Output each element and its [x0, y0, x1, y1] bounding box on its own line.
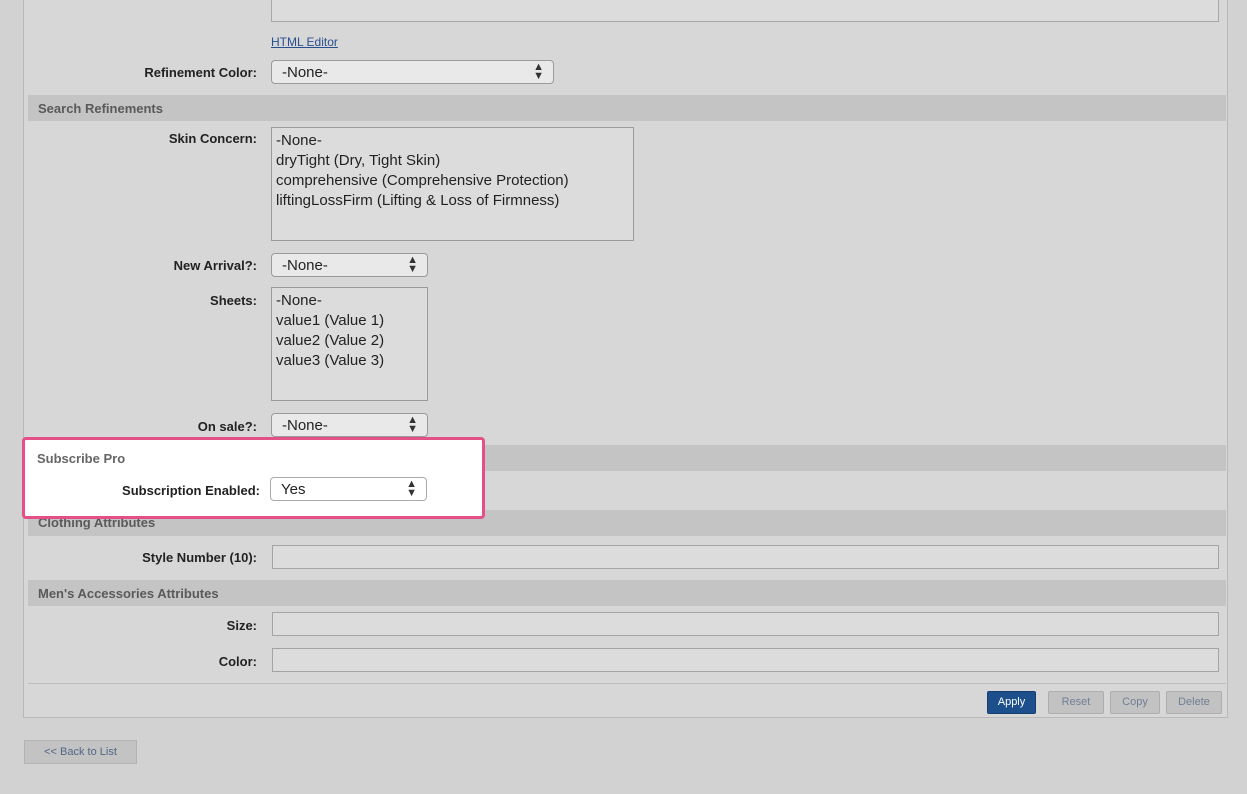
section-search-refinements: Search Refinements	[28, 95, 1226, 121]
new-arrival-select[interactable]: -None- ▲ ▼	[271, 253, 428, 277]
skin-concern-listbox[interactable]: -None- dryTight (Dry, Tight Skin) compre…	[271, 127, 634, 241]
subscription-enabled-label: Subscription Enabled:	[122, 483, 260, 498]
list-option[interactable]: value3 (Value 3)	[276, 351, 423, 371]
on-sale-value: -None-	[282, 417, 328, 434]
reset-button[interactable]: Reset	[1048, 691, 1104, 714]
sheets-listbox[interactable]: -None- value1 (Value 1) value2 (Value 2)…	[271, 287, 428, 401]
on-sale-select[interactable]: -None- ▲ ▼	[271, 413, 428, 437]
list-option[interactable]: comprehensive (Comprehensive Protection)	[276, 171, 629, 191]
section-subscribe-pro-title: Subscribe Pro	[37, 451, 126, 466]
select-arrows-icon: ▲ ▼	[407, 254, 418, 275]
subscription-enabled-value: Yes	[281, 481, 306, 498]
apply-button[interactable]: Apply	[987, 691, 1036, 714]
new-arrival-value: -None-	[282, 257, 328, 274]
on-sale-label: On sale?:	[197, 419, 257, 434]
list-option[interactable]: value1 (Value 1)	[276, 311, 423, 331]
color-label: Color:	[218, 654, 257, 669]
size-input[interactable]	[272, 612, 1219, 636]
divider	[28, 683, 1226, 684]
select-arrows-icon: ▲ ▼	[533, 61, 544, 82]
description-textarea[interactable]	[271, 0, 1219, 22]
copy-button[interactable]: Copy	[1110, 691, 1160, 714]
delete-button[interactable]: Delete	[1166, 691, 1222, 714]
refinement-color-select[interactable]: -None- ▲ ▼	[271, 60, 554, 84]
style-number-input[interactable]	[272, 545, 1219, 569]
size-label: Size:	[226, 618, 257, 633]
html-editor-link[interactable]: HTML Editor	[271, 35, 338, 49]
refinement-color-label: Refinement Color:	[144, 65, 257, 80]
list-option[interactable]: liftingLossFirm (Lifting & Loss of Firmn…	[276, 191, 629, 211]
style-number-label: Style Number (10):	[142, 550, 257, 565]
color-input[interactable]	[272, 648, 1219, 672]
list-option[interactable]: -None-	[276, 131, 629, 151]
back-to-list-button[interactable]: << Back to List	[24, 740, 137, 764]
skin-concern-label: Skin Concern:	[168, 131, 257, 146]
refinement-color-value: -None-	[282, 64, 328, 81]
new-arrival-label: New Arrival?:	[173, 258, 257, 273]
subscribe-pro-highlight: Subscribe Pro Subscription Enabled: Yes …	[22, 437, 485, 519]
subscription-enabled-select[interactable]: Yes ▲ ▼	[270, 477, 427, 501]
sheets-label: Sheets:	[210, 293, 257, 308]
list-option[interactable]: value2 (Value 2)	[276, 331, 423, 351]
select-arrows-icon: ▲ ▼	[406, 478, 417, 499]
select-arrows-icon: ▲ ▼	[407, 414, 418, 435]
section-mens-accessories: Men's Accessories Attributes	[28, 580, 1226, 606]
attributes-form-panel: HTML Editor Refinement Color: -None- ▲ ▼ …	[23, 0, 1228, 718]
section-title: Search Refinements	[38, 101, 163, 116]
list-option[interactable]: -None-	[276, 291, 423, 311]
list-option[interactable]: dryTight (Dry, Tight Skin)	[276, 151, 629, 171]
section-title: Men's Accessories Attributes	[38, 586, 219, 601]
